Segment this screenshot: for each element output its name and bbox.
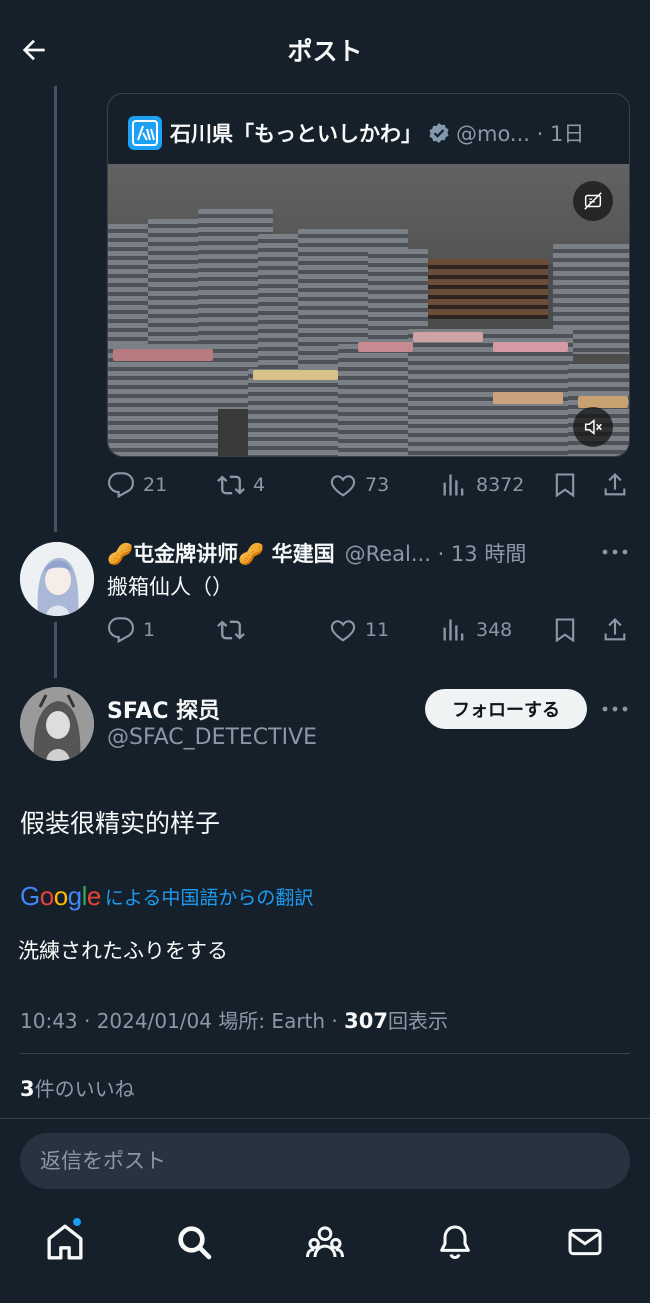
thread-line <box>54 86 57 532</box>
more-button[interactable] <box>600 699 630 719</box>
bookmark-icon <box>555 473 575 498</box>
repost-icon <box>217 620 245 640</box>
notification-dot <box>72 1217 82 1227</box>
reply-author-avatar[interactable] <box>20 542 94 616</box>
messages-icon <box>568 1228 602 1256</box>
reply-icon <box>107 472 134 499</box>
video-crate-stack <box>338 344 413 456</box>
like-suffix: 件のいいね <box>34 1077 135 1101</box>
reply-count: 1 <box>143 619 156 641</box>
like-icon <box>330 620 356 642</box>
communities-icon <box>306 1226 344 1258</box>
video-fruit-tray <box>493 392 563 404</box>
bookmark-icon <box>555 618 575 643</box>
reply-icon <box>107 617 134 644</box>
nav-notifications[interactable] <box>433 1220 477 1264</box>
reply-button[interactable]: 1 <box>107 615 155 645</box>
translation-attribution[interactable]: Google による中国語からの翻訳 <box>20 881 313 911</box>
post-metadata: 10:43 · 2024/01/04 場所: Earth · 307回表示 <box>20 1005 448 1034</box>
video-shelves <box>428 259 548 319</box>
share-icon <box>604 473 626 496</box>
video-fruit-tray <box>493 342 568 352</box>
post-timestamp-location[interactable]: 10:43 · 2024/01/04 場所: Earth · <box>20 1009 344 1033</box>
thread-line <box>54 622 57 678</box>
video-fruit-tray <box>413 332 483 342</box>
views-icon <box>443 474 464 496</box>
nav-search[interactable] <box>172 1220 216 1264</box>
follow-button[interactable]: フォローする <box>425 689 587 729</box>
main-author-handle[interactable]: @SFAC_DETECTIVE <box>107 725 317 750</box>
translated-text: 洗練されたふりをする <box>18 939 228 963</box>
divider <box>0 1118 650 1119</box>
mute-toggle-button[interactable] <box>573 407 613 447</box>
more-icon <box>602 706 628 712</box>
share-button[interactable] <box>601 470 637 500</box>
top-bar: ポスト <box>0 0 650 92</box>
reply-post-header: 🥜屯金牌讲师🥜 华建国 @Real... · 13 時間 <box>107 537 526 569</box>
repost-button[interactable] <box>217 615 253 645</box>
page-title: ポスト <box>287 37 363 66</box>
repost-button[interactable]: 4 <box>217 470 265 500</box>
more-button[interactable] <box>600 542 630 562</box>
content-warning-icon <box>584 192 602 210</box>
quoted-post-actions: 21 4 73 8372 <box>107 470 630 500</box>
reply-count: 21 <box>143 474 168 496</box>
quoted-handle-time: @mo... · 1日 <box>456 122 585 146</box>
like-button[interactable]: 73 <box>329 470 389 500</box>
main-author-avatar[interactable] <box>20 687 94 761</box>
search-icon <box>178 1226 212 1260</box>
like-count: 11 <box>365 619 390 641</box>
likes-summary[interactable]: 3件のいいね <box>20 1073 135 1102</box>
share-icon <box>604 618 626 641</box>
google-logo: Google <box>20 880 101 911</box>
translation-label[interactable]: による中国語からの翻訳 <box>105 883 313 910</box>
reply-author-name[interactable]: 🥜屯金牌讲师🥜 华建国 <box>107 538 335 568</box>
more-icon <box>602 549 628 555</box>
muted-speaker-icon <box>584 419 602 435</box>
bookmark-button[interactable] <box>551 615 587 645</box>
view-count: 307 <box>344 1009 388 1033</box>
quoted-post-header: 石川県「もっといしかわ」 @mo... · 1日 <box>128 116 584 150</box>
main-author-name[interactable]: SFAC 探员 <box>107 693 220 725</box>
repost-count: 4 <box>253 474 266 496</box>
nav-messages[interactable] <box>563 1220 607 1264</box>
video-crate-stack <box>248 369 343 456</box>
divider <box>20 1053 630 1054</box>
view-suffix: 回表示 <box>387 1009 448 1033</box>
post-text: 假装很精实的样子 <box>20 809 221 838</box>
reply-post-actions: 1 11 348 <box>107 615 630 645</box>
like-button[interactable]: 11 <box>329 615 389 645</box>
home-icon <box>47 1224 83 1260</box>
quoted-author-name[interactable]: 石川県「もっといしかわ」 <box>170 118 422 148</box>
reply-handle-time: @Real... · 13 時間 <box>344 542 527 566</box>
nav-home[interactable] <box>43 1217 87 1264</box>
views-button[interactable]: 348 <box>440 615 512 645</box>
reply-input[interactable] <box>20 1133 630 1189</box>
views-count: 8372 <box>476 474 525 496</box>
views-count: 348 <box>476 619 513 641</box>
account-logo-icon <box>128 116 162 150</box>
reply-text: 搬箱仙人（） <box>107 575 233 599</box>
reply-button[interactable]: 21 <box>107 470 167 500</box>
repost-icon <box>217 475 245 495</box>
views-icon <box>443 619 464 641</box>
bookmark-button[interactable] <box>551 470 587 500</box>
nav-communities[interactable] <box>303 1220 347 1264</box>
verified-badge-icon <box>428 122 450 144</box>
video-fruit-tray <box>358 342 413 352</box>
like-icon <box>330 475 356 497</box>
content-warning-button[interactable] <box>573 181 613 221</box>
views-button[interactable]: 8372 <box>440 470 524 500</box>
video-fruit-tray <box>113 349 213 361</box>
video-crate-stack <box>408 329 488 456</box>
video-player[interactable] <box>108 164 629 456</box>
like-total: 3 <box>20 1077 35 1101</box>
video-fruit-tray <box>253 370 338 380</box>
share-button[interactable] <box>601 615 637 645</box>
video-fruit-tray <box>578 396 628 408</box>
quoted-post-card[interactable]: 石川県「もっといしかわ」 @mo... · 1日 <box>107 93 630 457</box>
like-count: 73 <box>365 474 390 496</box>
notifications-icon <box>440 1225 470 1260</box>
